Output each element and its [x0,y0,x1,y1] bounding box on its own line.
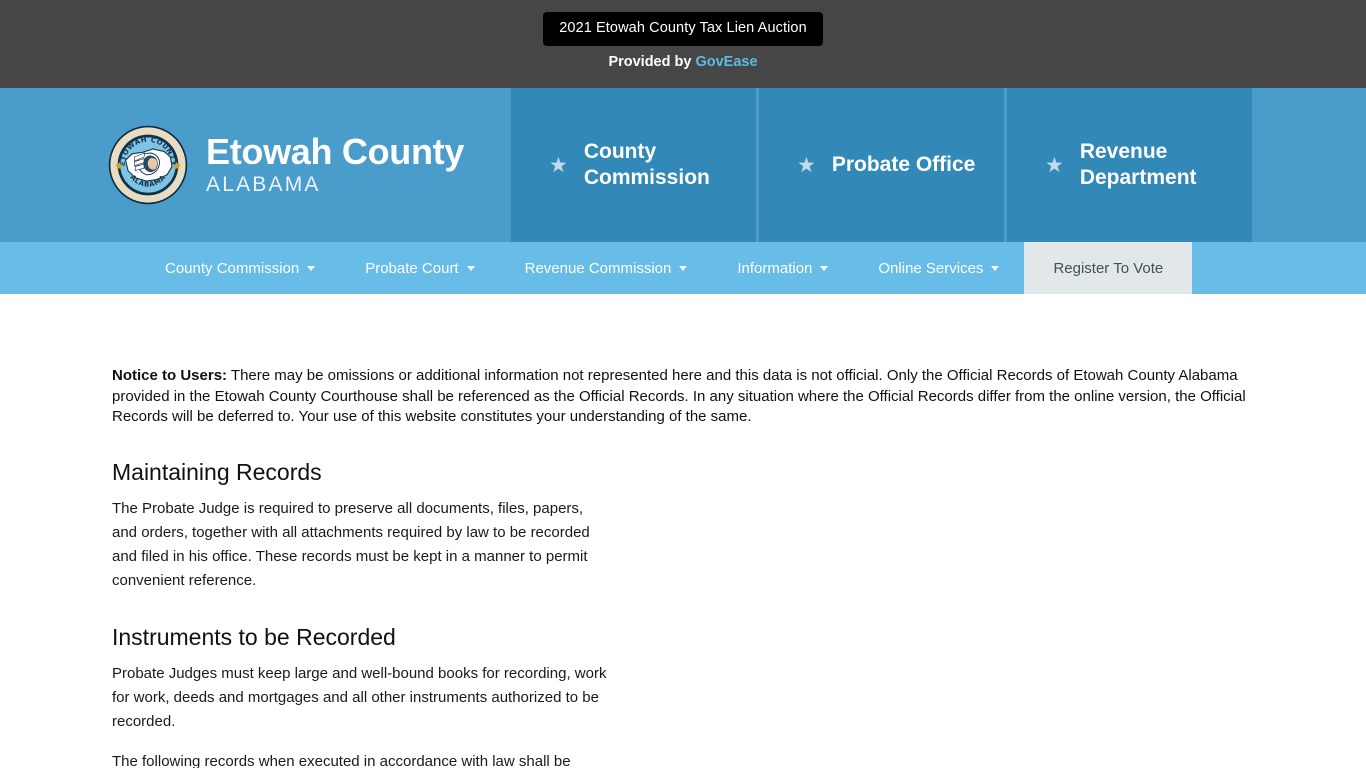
notice-label: Notice to Users: [112,367,228,384]
auction-banner[interactable]: 2021 Etowah County Tax Lien Auction [543,12,823,46]
section-heading: Maintaining Records [112,458,322,485]
county-name: Etowah County [206,131,465,172]
star-icon: ★ [1045,153,1064,177]
notice-to-users: Notice to Users: There may be omissions … [112,366,1246,428]
star-icon: ★ [797,153,816,177]
section-heading: Instruments to be Recorded [112,623,396,650]
page-content: Notice to Users: There may be omissions … [0,294,1366,768]
chevron-down-icon [307,265,316,271]
dept-county-commission[interactable]: ★ County Commission [508,88,756,242]
chevron-down-icon [820,265,829,271]
brand-block[interactable]: ETOWAH COUNTY ALABAMA Etowah County ALAB… [0,88,508,242]
nav-item-probate-court[interactable]: Probate Court [340,242,499,294]
star-icon: ★ [549,153,568,177]
brand-text: Etowah County ALABAMA [206,132,464,198]
dept-revenue-department[interactable]: ★ Revenue Department [1004,88,1252,242]
section-paragraph: Probate Judges must keep large and well-… [112,664,607,730]
section-instruments-to-be-recorded: Instruments to be Recorded Probate Judge… [112,623,612,768]
section-paragraph: The Probate Judge is required to preserv… [112,499,590,589]
nav-label: Online Services [878,259,984,277]
notice-body: There may be omissions or additional inf… [112,367,1246,425]
nav-label: Register To Vote [1053,259,1164,277]
nav-label: Revenue Commission [524,259,672,277]
main-navigation: County Commission Probate Court Revenue … [0,242,1366,294]
nav-label: Probate Court [365,259,459,277]
dept-label: Revenue Department [1079,140,1197,189]
dept-probate-office[interactable]: ★ Probate Office [756,88,1004,242]
top-announcement-bar: 2021 Etowah County Tax Lien Auction Prov… [0,0,1366,88]
section-maintaining-records: Maintaining Records The Probate Judge is… [112,458,612,593]
govease-link[interactable]: GovEase [695,54,757,70]
chevron-down-icon [679,265,688,271]
nav-item-online-services[interactable]: Online Services [853,242,1024,294]
nav-item-revenue-commission[interactable]: Revenue Commission [500,242,713,294]
provided-by-line: Provided by GovEase [0,53,1366,70]
nav-label: County Commission [165,259,300,277]
state-name: ALABAMA [206,173,321,196]
etowah-county-seal-icon: ETOWAH COUNTY ALABAMA [108,125,188,205]
provided-by-label: Provided by [608,53,696,70]
chevron-down-icon [466,265,475,271]
nav-item-county-commission[interactable]: County Commission [140,242,340,294]
dept-label: County Commission [583,140,710,189]
department-blocks: ★ County Commission ★ Probate Office ★ R… [508,88,1252,242]
nav-item-information[interactable]: Information [712,242,853,294]
dept-label: Probate Office [831,153,976,176]
nav-label: Information [737,259,813,277]
nav-item-register-to-vote[interactable]: Register To Vote [1024,242,1193,294]
section-paragraph: The following records when executed in a… [112,752,571,768]
chevron-down-icon [991,265,1000,271]
site-header: ETOWAH COUNTY ALABAMA Etowah County ALAB… [0,88,1366,242]
